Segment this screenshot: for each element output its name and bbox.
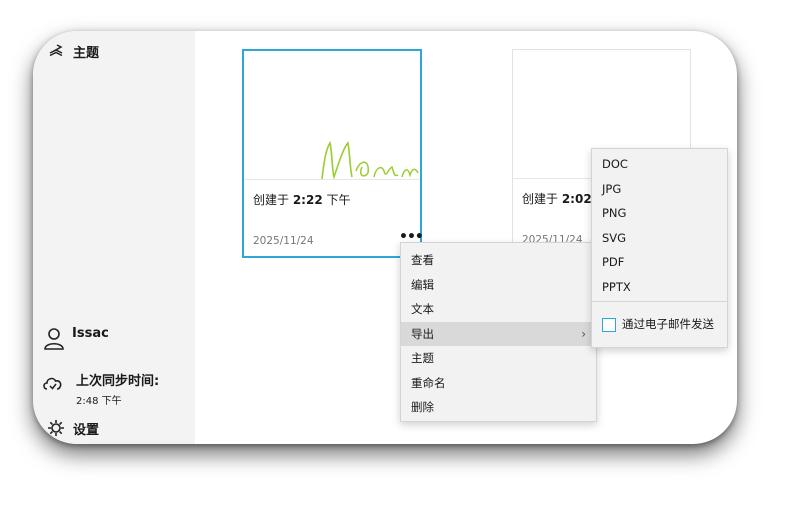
menu-item-export[interactable]: 导出 › <box>401 322 596 346</box>
export-svg[interactable]: SVG <box>592 226 727 250</box>
menu-item-export-label: 导出 <box>411 327 434 341</box>
export-pdf[interactable]: PDF <box>592 250 727 274</box>
sidebar-item-user[interactable]: Issac <box>42 326 109 352</box>
email-option-label: 通过电子邮件发送 <box>622 317 714 331</box>
user-icon <box>42 326 66 352</box>
note-card[interactable]: 创建于 2:22 下午 2025/11/24 ••• <box>242 49 424 258</box>
cloud-sync-icon <box>42 374 64 396</box>
email-checkbox[interactable] <box>602 317 616 332</box>
layers-icon <box>45 40 67 62</box>
export-submenu: DOC JPG PNG SVG PDF PPTX 通过电子邮件发送 <box>591 148 728 348</box>
sync-time: 2:48 下午 <box>76 396 122 407</box>
note-preview <box>244 51 420 180</box>
sidebar: 主题 Issac 上次同步时间: 2:48 下午 设置 <box>33 31 195 444</box>
sidebar-themes-label: 主题 <box>73 45 100 61</box>
export-doc[interactable]: DOC <box>592 152 727 176</box>
sidebar-item-themes[interactable]: 主题 <box>45 40 99 62</box>
sidebar-settings-label: 设置 <box>73 422 100 438</box>
chevron-right-icon: › <box>581 327 586 341</box>
export-jpg[interactable]: JPG <box>592 177 727 201</box>
export-png[interactable]: PNG <box>592 201 727 225</box>
menu-item-edit[interactable]: 编辑 <box>401 273 596 297</box>
export-email-option[interactable]: 通过电子邮件发送 <box>592 311 727 337</box>
note-title: 创建于 2:22 下午 <box>253 193 351 207</box>
export-pptx[interactable]: PPTX <box>592 275 727 299</box>
menu-item-view[interactable]: 查看 <box>401 248 596 272</box>
card-divider <box>244 179 420 180</box>
context-menu: 查看 编辑 文本 导出 › 主题 重命名 删除 <box>400 242 597 422</box>
user-name: Issac <box>72 325 109 341</box>
menu-item-theme[interactable]: 主题 <box>401 346 596 370</box>
menu-item-delete[interactable]: 删除 <box>401 395 596 419</box>
note-title: 创建于 2:02 <box>522 192 592 206</box>
note-date: 2025/11/24 <box>253 235 314 247</box>
sidebar-item-settings[interactable]: 设置 <box>45 417 99 439</box>
menu-item-text[interactable]: 文本 <box>401 297 596 321</box>
sync-title: 上次同步时间: <box>76 374 160 389</box>
submenu-divider <box>592 301 727 302</box>
menu-item-rename[interactable]: 重命名 <box>401 371 596 395</box>
gear-icon <box>45 417 67 439</box>
handwriting-preview <box>321 141 419 180</box>
app-window: 主题 Issac 上次同步时间: 2:48 下午 设置 创建于 2:22 下午 … <box>33 31 737 444</box>
